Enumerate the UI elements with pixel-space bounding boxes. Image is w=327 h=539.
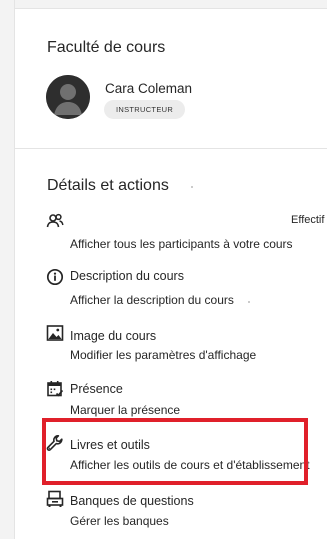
books-tools-title[interactable]: Livres et outils [70,438,150,452]
question-banks-title[interactable]: Banques de questions [70,494,194,508]
course-description-link[interactable]: Afficher la description du cours [70,293,234,307]
course-description-title[interactable]: Description du cours [70,269,184,283]
question-bank-icon [46,490,64,508]
enrollment-label[interactable]: Effectif [291,214,324,226]
display-settings-link[interactable]: Modifier les paramètres d'affichage [70,348,256,362]
details-section-title: Détails et actions [47,177,169,194]
faculty-section-title: Faculté de cours [47,39,166,56]
attendance-title[interactable]: Présence [70,382,123,396]
image-icon [46,324,64,342]
section-divider [15,148,327,149]
course-image-title[interactable]: Image du cours [70,329,156,343]
stray-dot [191,186,193,188]
avatar[interactable] [46,75,90,119]
info-icon [46,268,64,286]
wrench-icon [46,435,64,453]
manage-banks-link[interactable]: Gérer les banques [70,514,169,528]
panel-top-gap [15,0,327,8]
instructor-name[interactable]: Cara Coleman [105,81,192,96]
people-icon [46,212,64,230]
mark-attendance-link[interactable]: Marquer la présence [70,403,180,417]
role-badge: INSTRUCTEUR [104,100,186,119]
participants-link[interactable]: Afficher tous les participants à votre c… [70,237,293,251]
stray-dot [248,301,250,303]
calendar-check-icon [46,380,64,398]
institution-tools-link[interactable]: Afficher les outils de cours et d'établi… [70,458,310,472]
course-details-panel: Faculté de cours Cara Coleman INSTRUCTEU… [14,0,327,539]
person-silhouette-icon [46,75,90,119]
card-top-border [15,8,327,9]
